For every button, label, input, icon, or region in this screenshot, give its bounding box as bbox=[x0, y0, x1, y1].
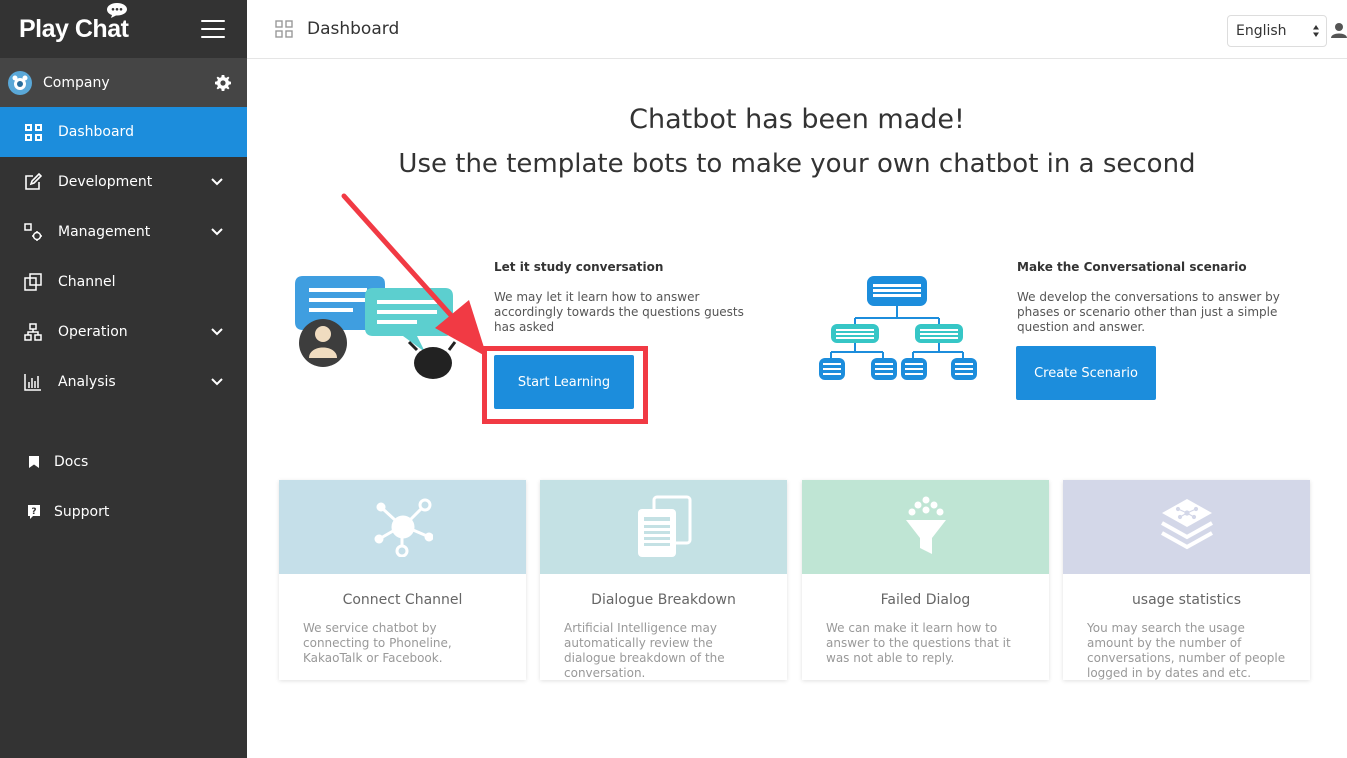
company-bar[interactable]: Company bbox=[0, 58, 247, 107]
layers-icon bbox=[1160, 499, 1213, 550]
logo[interactable]: Play Chat bbox=[19, 2, 129, 44]
card-description: We service chatbot by connecting to Phon… bbox=[303, 621, 452, 665]
grid-icon bbox=[24, 123, 42, 141]
card-description: Artificial Intelligence may automaticall… bbox=[564, 621, 725, 680]
header: Dashboard English bbox=[247, 0, 1347, 59]
card-banner bbox=[540, 480, 787, 574]
sidebar-item-label: Dashboard bbox=[58, 124, 134, 140]
card-description: We can make it learn how to answer to th… bbox=[826, 621, 1011, 665]
channel-icon bbox=[24, 273, 42, 291]
documents-icon bbox=[637, 495, 691, 557]
headline: Chatbot has been made! bbox=[629, 104, 965, 135]
network-icon bbox=[374, 498, 433, 557]
create-scenario-button[interactable]: Create Scenario bbox=[1016, 346, 1156, 400]
feature-description: We develop the conversations to answer b… bbox=[1017, 290, 1280, 334]
chevron-down-icon bbox=[211, 228, 223, 236]
grid-icon bbox=[275, 20, 293, 38]
logo-bar: Play Chat bbox=[0, 0, 247, 58]
gear-icon[interactable] bbox=[215, 74, 231, 91]
feature-title: Make the Conversational scenario bbox=[1017, 260, 1247, 274]
chat-bubble-icon bbox=[107, 2, 128, 18]
sidebar-item-dashboard[interactable]: Dashboard bbox=[0, 107, 247, 157]
sidebar-item-operation[interactable]: Operation bbox=[0, 307, 247, 357]
sidebar-item-label: Management bbox=[58, 224, 151, 240]
red-arrow-icon bbox=[341, 193, 487, 357]
sidebar-item-label: Channel bbox=[58, 274, 116, 290]
card-banner bbox=[1063, 480, 1310, 574]
menu-toggle-icon[interactable] bbox=[201, 20, 225, 38]
card-banner bbox=[279, 480, 526, 574]
sidebar-item-label: Development bbox=[58, 174, 153, 190]
svg-text:?: ? bbox=[31, 507, 36, 517]
sidebar-link-label: Docs bbox=[54, 454, 89, 470]
card-title: Dialogue Breakdown bbox=[591, 592, 736, 608]
card-failed-dialog[interactable]: Failed Dialog We can make it learn how t… bbox=[802, 480, 1049, 680]
sidebar-item-analysis[interactable]: Analysis bbox=[0, 357, 247, 407]
gears-icon bbox=[24, 223, 42, 241]
bookmark-icon bbox=[28, 455, 40, 469]
sidebar-link-support[interactable]: ? Support bbox=[0, 487, 247, 537]
main-content: Chatbot has been made! Use the template … bbox=[247, 59, 1347, 758]
card-banner bbox=[802, 480, 1049, 574]
page-title: Dashboard bbox=[307, 19, 400, 39]
edit-icon bbox=[24, 173, 42, 191]
sidebar-item-management[interactable]: Management bbox=[0, 207, 247, 257]
select-arrows-icon bbox=[1313, 25, 1319, 37]
sidebar-item-development[interactable]: Development bbox=[0, 157, 247, 207]
card-connect-channel[interactable]: Connect Channel We service chatbot by co… bbox=[279, 480, 526, 680]
logo-text: Play Chat bbox=[19, 14, 129, 43]
sidebar-item-label: Operation bbox=[58, 324, 128, 340]
bar-chart-icon bbox=[24, 373, 42, 391]
hierarchy-icon bbox=[24, 323, 42, 341]
avatar bbox=[8, 70, 32, 95]
chevron-down-icon bbox=[211, 178, 223, 186]
language-value: English bbox=[1236, 23, 1287, 39]
sidebar-item-channel[interactable]: Channel bbox=[0, 257, 247, 307]
sidebar-link-docs[interactable]: Docs bbox=[0, 437, 247, 487]
card-title: Failed Dialog bbox=[880, 592, 971, 608]
card-title: usage statistics bbox=[1131, 592, 1242, 608]
card-title: Connect Channel bbox=[342, 592, 463, 608]
card-usage-statistics[interactable]: usage statistics You may search the usag… bbox=[1063, 480, 1310, 680]
flowchart-illustration bbox=[819, 276, 977, 380]
card-dialogue-breakdown[interactable]: Dialogue Breakdown Artificial Intelligen… bbox=[540, 480, 787, 680]
chevron-down-icon bbox=[211, 328, 223, 336]
chevron-down-icon bbox=[211, 378, 223, 386]
funnel-icon bbox=[905, 496, 946, 554]
feature-title: Let it study conversation bbox=[494, 260, 664, 274]
feature-description: We may let it learn how to answer accord… bbox=[494, 290, 744, 334]
sidebar: Play Chat Company Dashboard Development … bbox=[0, 0, 247, 758]
sidebar-link-label: Support bbox=[54, 504, 110, 520]
language-select[interactable]: English bbox=[1227, 15, 1327, 47]
card-description: You may search the usage amount by the n… bbox=[1087, 621, 1286, 680]
user-icon[interactable] bbox=[1331, 22, 1347, 38]
company-name: Company bbox=[43, 74, 110, 91]
sidebar-item-label: Analysis bbox=[58, 374, 116, 390]
subheadline: Use the template bots to make your own c… bbox=[398, 149, 1196, 179]
help-icon: ? bbox=[28, 505, 40, 519]
